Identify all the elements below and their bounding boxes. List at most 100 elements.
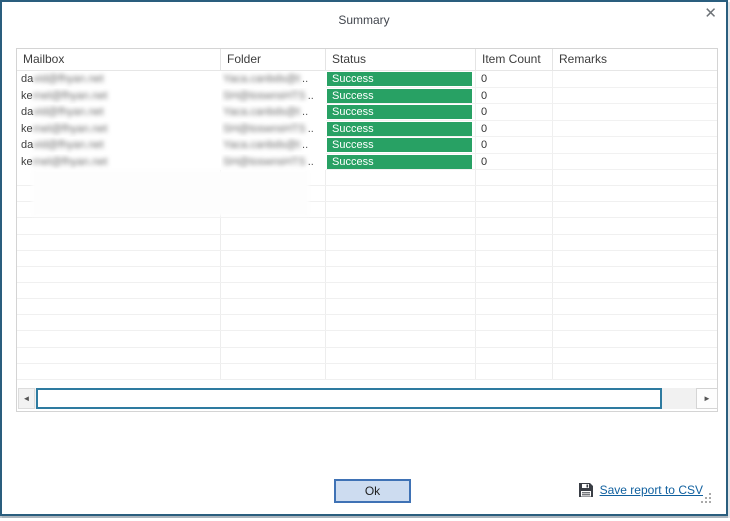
resize-grip-icon[interactable] [701, 491, 712, 509]
table-row[interactable]: kernel@fhyan.net SH@toswnsHTS.. Success … [17, 153, 717, 171]
empty-cell [326, 234, 476, 250]
empty-cell [221, 234, 326, 250]
empty-cell [221, 266, 326, 282]
horizontal-scrollbar[interactable]: ◄ ► [18, 388, 718, 409]
folder-blurred-text: Yaca.canbds@t [223, 106, 301, 118]
table-empty-row [17, 218, 717, 235]
empty-cell [553, 267, 717, 282]
empty-cell [326, 186, 476, 202]
empty-cell [553, 315, 717, 330]
status-cell: Success [326, 137, 476, 154]
remarks-cell [553, 104, 717, 121]
table-row[interactable]: david@fhyan.net Yaca.canbds@t.. Success … [17, 71, 717, 88]
scroll-left-button[interactable]: ◄ [18, 388, 35, 409]
column-header-remarks[interactable]: Remarks [553, 49, 717, 70]
mailbox-blurred-text: vid@fhyan.net [33, 106, 104, 118]
blurred-region [32, 170, 309, 216]
empty-cell [326, 331, 476, 347]
status-badge: Success [327, 138, 472, 152]
empty-cell [476, 202, 553, 218]
folder-cell: SH@toswnsHTS.. [221, 88, 326, 105]
empty-cell [17, 331, 221, 347]
item-count-cell: 0 [476, 120, 553, 137]
status-badge: Success [327, 88, 472, 103]
mailbox-blurred-text: vid@fhyan.net [33, 73, 104, 85]
column-header-mailbox[interactable]: Mailbox [17, 49, 221, 70]
folder-cell: SH@toswnsHTS.. [221, 121, 326, 138]
empty-cell [476, 250, 553, 266]
folder-cell: SH@toswnsHTS.. [221, 154, 326, 171]
scroll-right-button[interactable]: ► [696, 388, 718, 409]
empty-cell [17, 266, 221, 282]
empty-cell [17, 363, 221, 379]
mailbox-prefix: ke [21, 122, 33, 135]
mailbox-prefix: ke [21, 155, 33, 168]
item-count-cell: 0 [476, 71, 553, 88]
summary-dialog: Summary ✕ Mailbox Folder Status Item Cou… [0, 0, 728, 516]
empty-cell [221, 250, 326, 266]
empty-cell [476, 266, 553, 282]
empty-cell [476, 347, 553, 363]
scrollbar-thumb[interactable] [36, 388, 662, 409]
table-empty-row [17, 250, 717, 267]
table-empty-row [17, 266, 717, 283]
empty-cell [326, 218, 476, 234]
empty-cell [553, 186, 717, 201]
empty-cell [476, 315, 553, 331]
table-empty-row [17, 315, 717, 332]
empty-cell [326, 282, 476, 299]
empty-cell [553, 251, 717, 266]
empty-cell [553, 283, 717, 298]
ok-button[interactable]: Ok [334, 479, 411, 503]
table-row[interactable]: kernel@fhyan.net SH@toswnsHTS.. Success … [17, 87, 717, 105]
column-header-item-count[interactable]: Item Count [476, 49, 553, 70]
empty-cell [17, 315, 221, 331]
empty-cell [326, 202, 476, 218]
folder-blurred-text: Yaca.canbds@t [223, 139, 301, 151]
table-empty-row [17, 363, 717, 380]
save-report-link[interactable]: Save report to CSV [578, 482, 703, 498]
empty-cell [553, 299, 717, 314]
folder-ellipsis: .. [307, 89, 314, 102]
folder-ellipsis: .. [302, 73, 309, 85]
table-row[interactable]: kernel@fhyan.net SH@toswnsHTS.. Success … [17, 120, 717, 138]
empty-cell [553, 348, 717, 363]
empty-cell [221, 331, 326, 347]
table-row[interactable]: david@fhyan.net Yaca.canbds@t.. Success … [17, 104, 717, 121]
empty-cell [553, 218, 717, 233]
table-empty-row [17, 234, 717, 251]
empty-cell [553, 364, 717, 379]
empty-cell [221, 282, 326, 299]
mailbox-cell: david@fhyan.net [17, 104, 221, 121]
mailbox-cell: kernel@fhyan.net [17, 121, 221, 138]
folder-blurred-text: SH@toswnsHTS [223, 122, 306, 135]
empty-cell [476, 282, 553, 299]
save-report-label[interactable]: Save report to CSV [600, 483, 703, 497]
remarks-cell [553, 71, 717, 88]
empty-cell [326, 315, 476, 331]
status-cell: Success [326, 87, 476, 104]
empty-cell [221, 218, 326, 234]
status-badge: Success [327, 154, 472, 169]
remarks-cell [553, 154, 717, 170]
arrow-left-icon: ◄ [22, 394, 31, 403]
table-body: david@fhyan.net Yaca.canbds@t.. Success … [17, 71, 717, 381]
empty-cell [553, 202, 717, 217]
floppy-disk-icon [578, 483, 593, 497]
close-icon[interactable]: ✕ [704, 6, 717, 22]
column-header-folder[interactable]: Folder [221, 49, 326, 70]
mailbox-blurred-text: rnel@fhyan.net [32, 89, 108, 102]
status-cell: Success [326, 104, 476, 121]
column-header-status[interactable]: Status [326, 49, 476, 70]
remarks-cell [553, 137, 717, 154]
item-count-cell: 0 [476, 153, 553, 170]
item-count-cell: 0 [476, 87, 553, 104]
status-cell: Success [326, 153, 476, 170]
empty-cell [476, 331, 553, 347]
mailbox-blurred-text: rnel@fhyan.net [32, 122, 108, 135]
table-row[interactable]: david@fhyan.net Yaca.canbds@t.. Success … [17, 137, 717, 154]
mailbox-blurred-text: rnel@fhyan.net [32, 155, 108, 168]
folder-blurred-text: Yaca.canbds@t [223, 73, 301, 85]
empty-cell [17, 347, 221, 363]
empty-cell [553, 170, 717, 185]
